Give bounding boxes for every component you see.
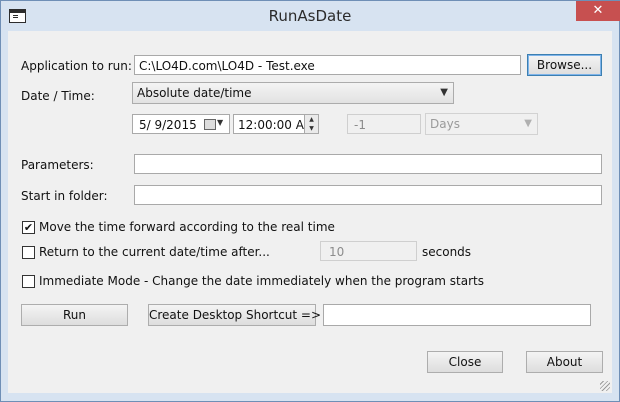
about-button-label: About — [546, 355, 583, 369]
title-bar[interactable]: RunAsDate ✕ — [1, 1, 620, 31]
spin-down-icon[interactable]: ▼ — [305, 124, 318, 133]
close-button[interactable]: Close — [427, 351, 503, 373]
parameters-field[interactable] — [134, 154, 602, 174]
date-mode-value: Absolute date/time — [137, 86, 252, 100]
run-button[interactable]: Run — [21, 304, 128, 326]
checkmark-icon: ✔ — [23, 221, 34, 234]
chevron-down-icon: ▼ — [524, 118, 532, 129]
application-path-field[interactable]: C:\LO4D.com\LO4D - Test.exe — [134, 55, 521, 75]
resize-grip-icon[interactable] — [600, 381, 610, 391]
close-button-label: Close — [448, 355, 482, 369]
immediate-mode-checkbox[interactable] — [22, 275, 35, 288]
time-spinner[interactable]: ▲ ▼ — [304, 114, 319, 134]
start-folder-field[interactable] — [134, 185, 602, 205]
move-time-forward-checkbox[interactable]: ✔ — [22, 221, 35, 234]
time-field[interactable]: 12:00:00 AM — [233, 114, 305, 134]
parameters-label: Parameters: — [21, 158, 94, 172]
spin-up-icon[interactable]: ▲ — [305, 115, 318, 124]
offset-unit-select[interactable]: Days ▼ — [425, 113, 538, 135]
offset-unit-value: Days — [430, 117, 460, 131]
browse-button-label: Browse... — [536, 58, 593, 72]
run-button-label: Run — [62, 308, 86, 322]
window-close-button[interactable]: ✕ — [576, 1, 620, 21]
move-time-forward-label[interactable]: Move the time forward according to the r… — [39, 220, 335, 234]
shortcut-name-field[interactable] — [323, 304, 591, 326]
runasdate-window: RunAsDate ✕ Application to run: C:\LO4D.… — [0, 0, 620, 402]
date-dropdown-icon[interactable]: ▼ — [217, 118, 223, 127]
about-button[interactable]: About — [526, 351, 603, 373]
seconds-label: seconds — [422, 245, 472, 259]
date-mode-select[interactable]: Absolute date/time ▼ — [132, 82, 454, 104]
date-value: 5/ 9/2015 — [139, 118, 197, 132]
chevron-down-icon: ▼ — [440, 87, 448, 98]
window-title: RunAsDate — [268, 7, 352, 25]
browse-button[interactable]: Browse... — [527, 54, 602, 76]
calendar-icon[interactable] — [204, 119, 216, 130]
return-seconds-field[interactable]: 10 — [320, 241, 417, 261]
create-shortcut-label: Create Desktop Shortcut => — [149, 308, 322, 322]
immediate-mode-label[interactable]: Immediate Mode - Change the date immedia… — [39, 274, 484, 288]
time-value: 12:00:00 AM — [238, 118, 304, 132]
start-folder-label: Start in folder: — [21, 189, 108, 203]
create-shortcut-button[interactable]: Create Desktop Shortcut => — [148, 304, 321, 326]
days-offset-field[interactable]: -1 — [347, 114, 421, 134]
date-time-label: Date / Time: — [21, 89, 95, 103]
return-current-checkbox[interactable] — [22, 246, 35, 259]
application-label: Application to run: — [21, 59, 132, 73]
dialog-client-area: Application to run: C:\LO4D.com\LO4D - T… — [8, 31, 612, 393]
return-current-label[interactable]: Return to the current date/time after... — [39, 245, 270, 259]
